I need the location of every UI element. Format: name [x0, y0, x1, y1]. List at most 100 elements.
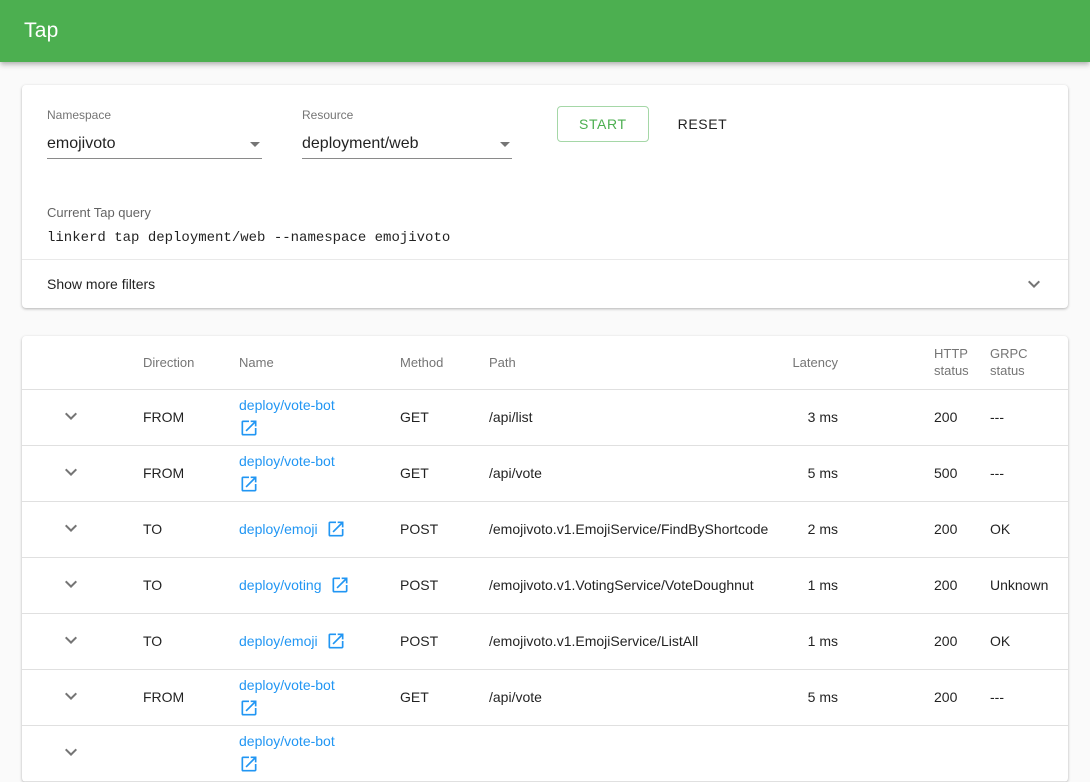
namespace-label: Namespace — [47, 108, 262, 122]
http-status-cell: 200 — [889, 501, 990, 557]
resource-link-label: deploy/vote-bot — [239, 397, 335, 413]
method-cell: POST — [400, 613, 489, 669]
direction-cell: TO — [143, 501, 239, 557]
resource-link-label: deploy/emoji — [239, 521, 318, 538]
method-cell: GET — [400, 445, 489, 501]
grpc-status-cell: OK — [990, 613, 1068, 669]
expand-row-button[interactable] — [59, 740, 83, 764]
resource-link-label: deploy/vote-bot — [239, 733, 335, 749]
show-more-filters-label: Show more filters — [47, 276, 155, 292]
resource-link-label: deploy/vote-bot — [239, 677, 335, 693]
method-cell: GET — [400, 669, 489, 725]
expand-row-button[interactable] — [59, 460, 83, 484]
latency-cell: 5 ms — [778, 445, 889, 501]
latency-cell: 1 ms — [778, 613, 889, 669]
chevron-down-icon[interactable] — [1022, 272, 1046, 296]
expand-cell — [22, 613, 143, 669]
expand-cell — [22, 445, 143, 501]
method-cell — [400, 725, 489, 781]
tap-results-card: Direction Name Method Path Latency HTTP … — [22, 336, 1068, 782]
table-row: TO deploy/emoji POST /emojivoto.v1.Emoji… — [22, 613, 1068, 669]
header-grpc-status: GRPC status — [990, 336, 1068, 389]
expand-cell — [22, 501, 143, 557]
open-in-new-icon[interactable] — [330, 575, 350, 595]
header-latency: Latency — [778, 336, 889, 389]
grpc-status-cell: Unknown — [990, 557, 1068, 613]
resource-value: deployment/web — [302, 133, 419, 155]
expand-cell — [22, 725, 143, 781]
expand-row-button[interactable] — [59, 404, 83, 428]
resource-link[interactable]: deploy/vote-bot — [239, 397, 335, 438]
path-cell: /emojivoto.v1.EmojiService/ListAll — [489, 613, 778, 669]
resource-link[interactable]: deploy/vote-bot — [239, 453, 335, 494]
http-status-cell: 200 — [889, 669, 990, 725]
grpc-status-cell — [990, 725, 1068, 781]
resource-link[interactable]: deploy/vote-bot — [239, 733, 335, 774]
query-label: Current Tap query — [47, 205, 1043, 220]
direction-cell: TO — [143, 613, 239, 669]
table-row: deploy/vote-bot — [22, 725, 1068, 781]
path-cell: /emojivoto.v1.VotingService/VoteDoughnut — [489, 557, 778, 613]
expand-cell — [22, 669, 143, 725]
open-in-new-icon[interactable] — [326, 519, 346, 539]
resource-link-label: deploy/voting — [239, 577, 322, 594]
direction-cell: FROM — [143, 389, 239, 445]
namespace-select-value-row[interactable]: emojivoto — [47, 132, 262, 159]
chevron-down-icon — [59, 460, 83, 484]
direction-cell: FROM — [143, 669, 239, 725]
resource-link[interactable]: deploy/emoji — [239, 631, 346, 651]
latency-cell: 1 ms — [778, 557, 889, 613]
name-cell: deploy/emoji — [239, 613, 400, 669]
resource-link[interactable]: deploy/voting — [239, 575, 350, 595]
table-row: TO deploy/voting POST /emojivoto.v1.Voti… — [22, 557, 1068, 613]
expand-row-button[interactable] — [59, 572, 83, 596]
path-cell — [489, 725, 778, 781]
namespace-value: emojivoto — [47, 133, 115, 155]
header-path: Path — [489, 336, 778, 389]
latency-cell: 5 ms — [778, 669, 889, 725]
chevron-down-icon — [59, 572, 83, 596]
resource-select[interactable]: Resource deployment/web — [302, 108, 512, 159]
direction-cell: TO — [143, 557, 239, 613]
grpc-status-cell: --- — [990, 445, 1068, 501]
http-status-cell: 200 — [889, 613, 990, 669]
open-in-new-icon[interactable] — [239, 698, 259, 718]
name-cell: deploy/voting — [239, 557, 400, 613]
open-in-new-icon[interactable] — [239, 754, 259, 774]
expand-row-button[interactable] — [59, 684, 83, 708]
latency-cell — [778, 725, 889, 781]
open-in-new-icon[interactable] — [239, 474, 259, 494]
expand-row-button[interactable] — [59, 516, 83, 540]
name-cell: deploy/vote-bot — [239, 389, 400, 445]
expand-cell — [22, 557, 143, 613]
tap-query-card: Namespace emojivoto Resource deployment/… — [22, 85, 1068, 308]
show-more-filters-toggle[interactable]: Show more filters — [22, 260, 1068, 308]
chevron-down-icon — [59, 628, 83, 652]
resource-select-value-row[interactable]: deployment/web — [302, 132, 512, 159]
form-actions: START RESET — [557, 106, 733, 159]
table-row: FROM deploy/vote-bot GET /api/vote 5 ms … — [22, 669, 1068, 725]
chevron-down-icon — [59, 740, 83, 764]
namespace-select[interactable]: Namespace emojivoto — [47, 108, 262, 159]
path-cell: /emojivoto.v1.EmojiService/FindByShortco… — [489, 501, 778, 557]
open-in-new-icon[interactable] — [239, 418, 259, 438]
expand-row-button[interactable] — [59, 628, 83, 652]
name-cell: deploy/vote-bot — [239, 445, 400, 501]
http-status-cell — [889, 725, 990, 781]
header-method: Method — [400, 336, 489, 389]
app-bar: Tap — [0, 0, 1090, 62]
tap-form-row: Namespace emojivoto Resource deployment/… — [22, 85, 1068, 159]
page-title: Tap — [24, 19, 58, 43]
http-status-cell: 200 — [889, 389, 990, 445]
latency-cell: 3 ms — [778, 389, 889, 445]
grpc-status-cell: OK — [990, 501, 1068, 557]
resource-link[interactable]: deploy/vote-bot — [239, 677, 335, 718]
reset-button[interactable]: RESET — [672, 106, 734, 142]
open-in-new-icon[interactable] — [326, 631, 346, 651]
chevron-down-icon — [59, 516, 83, 540]
dropdown-arrow-icon — [243, 132, 267, 156]
expand-cell — [22, 389, 143, 445]
resource-link[interactable]: deploy/emoji — [239, 519, 346, 539]
start-button[interactable]: START — [557, 106, 649, 142]
header-direction: Direction — [143, 336, 239, 389]
